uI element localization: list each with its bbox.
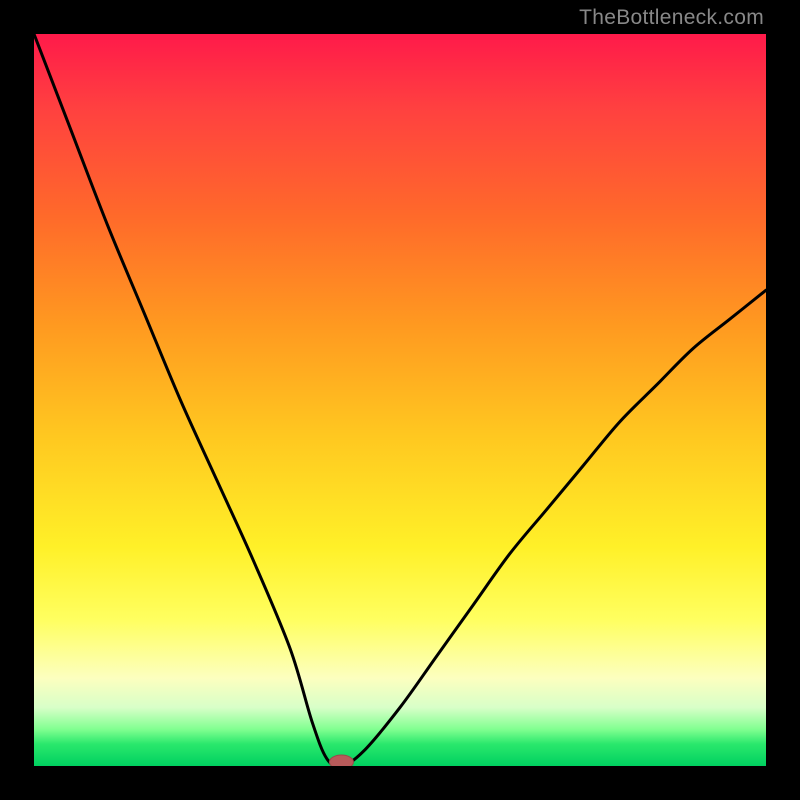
optimal-marker — [329, 755, 353, 766]
plot-area — [34, 34, 766, 766]
bottleneck-curve-path — [34, 34, 766, 766]
watermark-text: TheBottleneck.com — [579, 6, 764, 30]
curve-layer — [34, 34, 766, 766]
chart-frame: TheBottleneck.com — [0, 0, 800, 800]
